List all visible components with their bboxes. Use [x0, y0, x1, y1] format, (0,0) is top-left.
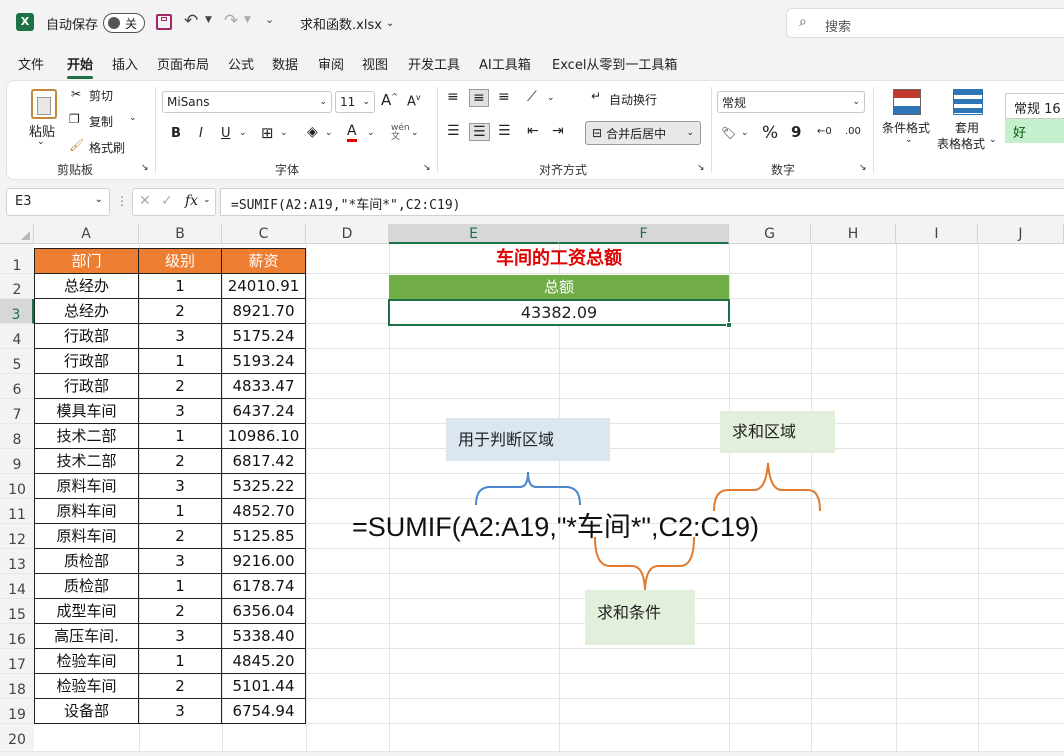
sum-range-brace [713, 462, 821, 512]
range-brace [475, 471, 581, 506]
criteria-brace [594, 536, 695, 591]
annotation-formula[interactable]: =SUMIF(A2:A19,"*车间*",C2:C19) [352, 505, 759, 544]
annotation-braces [475, 462, 821, 591]
